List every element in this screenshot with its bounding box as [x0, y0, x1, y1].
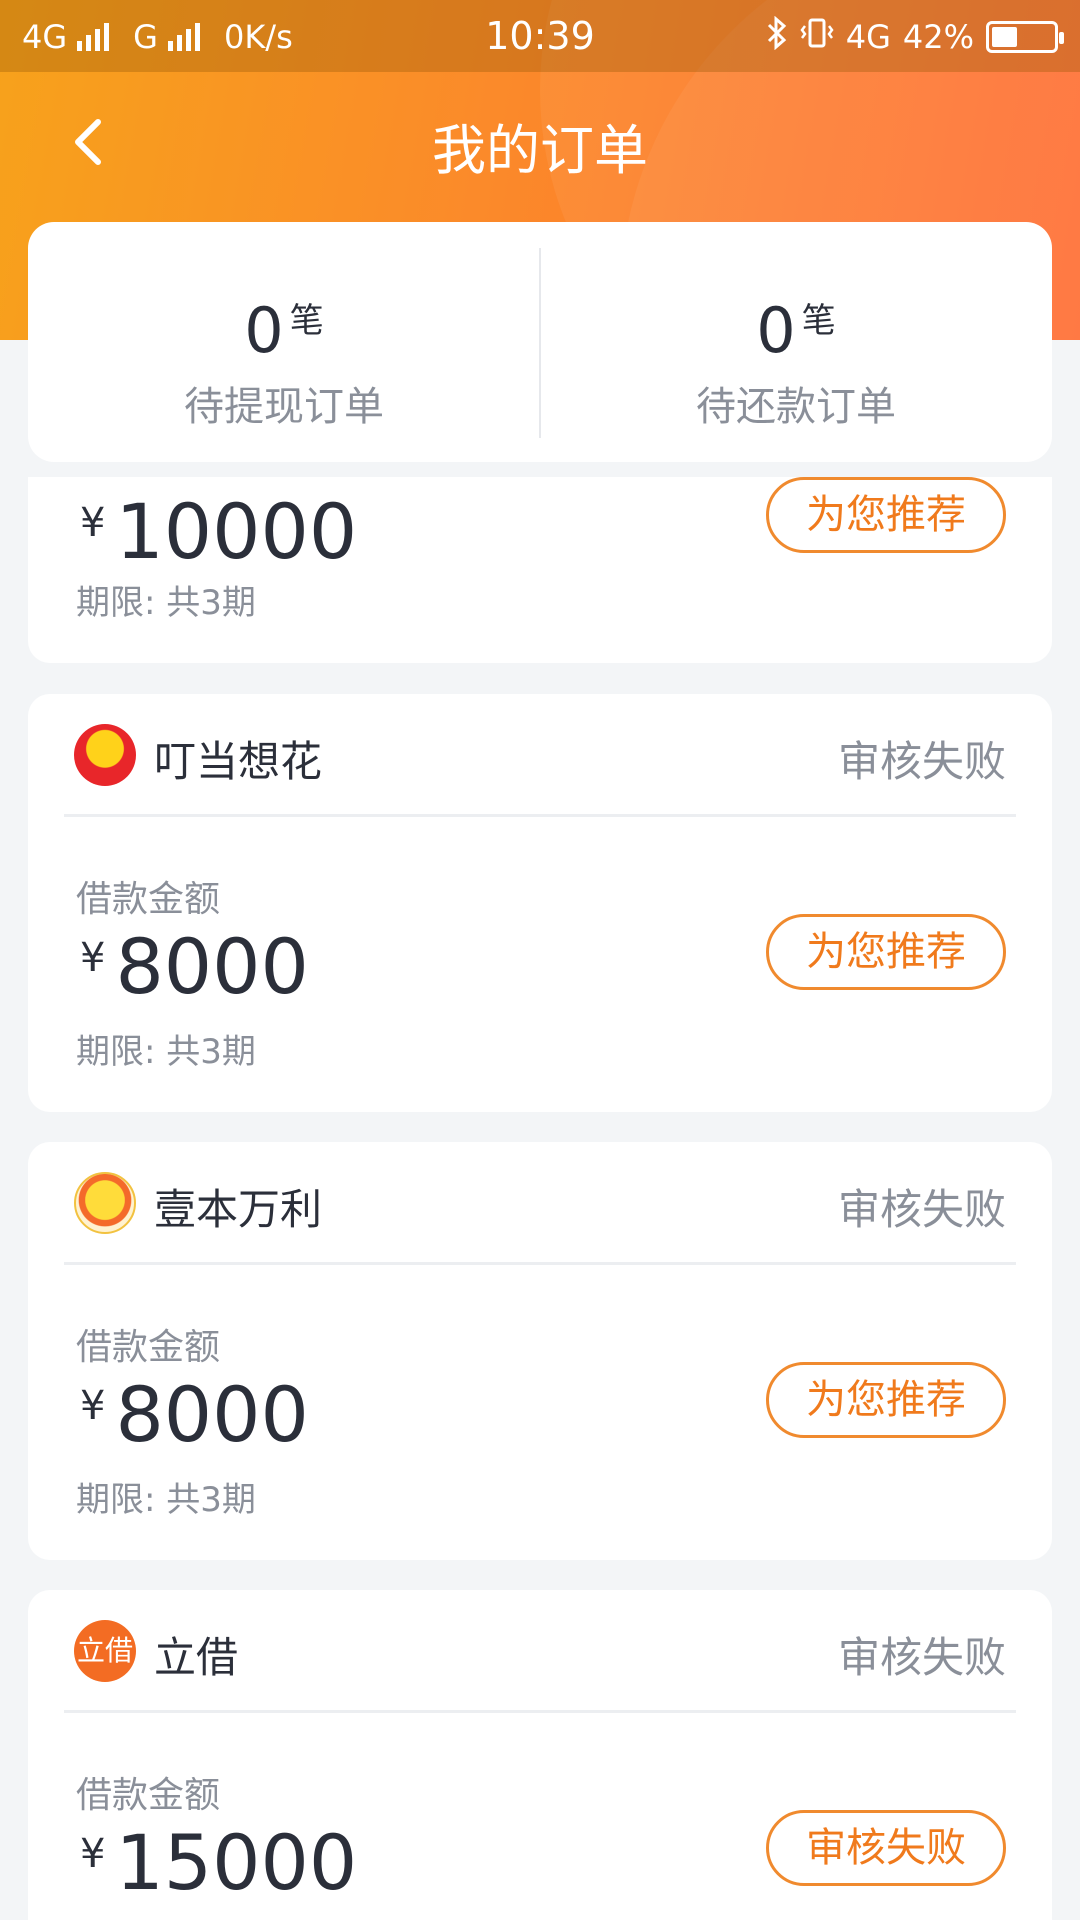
- order-status: 审核失败: [837, 1185, 1006, 1234]
- order-status: 审核失败: [837, 737, 1006, 786]
- divider: [64, 814, 1016, 817]
- order-status: 审核失败: [837, 1633, 1006, 1682]
- loan-amount-value: 15000: [115, 1818, 358, 1907]
- order-card: 立借 立借 审核失败 借款金额 ¥15000 审核失败: [28, 1590, 1052, 1920]
- status-bar: 4G G 0K/s 10:39 4G 42%: [0, 0, 1080, 72]
- pending-withdraw-unit: 笔: [289, 301, 324, 341]
- battery-percent: 42%: [902, 18, 974, 56]
- recommend-button[interactable]: 为您推荐: [766, 1362, 1006, 1438]
- lender-name: 壹本万利: [154, 1185, 323, 1234]
- order-card-header[interactable]: 立借 立借 审核失败: [28, 1590, 1052, 1710]
- pending-withdraw-label: 待提现订单: [184, 384, 384, 430]
- pending-withdraw-count: 0: [244, 294, 284, 367]
- currency-symbol: ¥: [80, 935, 106, 981]
- order-card-header[interactable]: 叮当想花 审核失败: [28, 694, 1052, 814]
- loan-amount-label: 借款金额: [76, 1775, 221, 1816]
- pending-withdraw-summary[interactable]: 0笔 待提现订单: [28, 222, 540, 462]
- loan-amount: ¥10000: [80, 487, 357, 576]
- loan-amount: ¥15000: [80, 1818, 357, 1907]
- vibrate-icon: [800, 17, 834, 57]
- recommend-button[interactable]: 为您推荐: [766, 914, 1006, 990]
- pending-repay-unit: 笔: [801, 301, 836, 341]
- divider: [64, 1710, 1016, 1713]
- currency-symbol: ¥: [80, 1383, 106, 1429]
- loan-amount-label: 借款金额: [76, 879, 221, 920]
- loan-term: 期限: 共3期: [76, 583, 256, 623]
- dingdang-logo-icon: [74, 724, 136, 786]
- loan-amount-value: 8000: [115, 922, 309, 1011]
- lender-name: 立借: [154, 1633, 239, 1682]
- order-card-header[interactable]: 壹本万利 审核失败: [28, 1142, 1052, 1262]
- nav-bar: 我的订单: [0, 72, 1080, 212]
- bluetooth-icon: [766, 15, 788, 58]
- loan-amount: ¥8000: [80, 1370, 309, 1459]
- lender-name: 叮当想花: [154, 737, 323, 786]
- loan-term: 期限: 共3期: [76, 1480, 256, 1520]
- loan-amount-value: 10000: [115, 487, 358, 576]
- loan-amount-label: 借款金额: [76, 1327, 221, 1368]
- lijie-logo-icon: 立借: [74, 1620, 136, 1682]
- order-card: ¥10000 期限: 共3期 为您推荐: [28, 477, 1052, 663]
- loan-amount-value: 8000: [115, 1370, 309, 1459]
- pending-repay-summary[interactable]: 0笔 待还款订单: [540, 222, 1052, 462]
- pending-repay-count: 0: [756, 294, 796, 367]
- battery-icon: [986, 21, 1064, 53]
- page-title: 我的订单: [432, 119, 648, 182]
- status-button[interactable]: 审核失败: [766, 1810, 1006, 1886]
- yiben-logo-icon: [74, 1172, 136, 1234]
- currency-symbol: ¥: [80, 500, 106, 546]
- recommend-button[interactable]: 为您推荐: [766, 477, 1006, 553]
- pending-repay-label: 待还款订单: [696, 384, 896, 430]
- currency-symbol: ¥: [80, 1831, 106, 1877]
- order-card: 壹本万利 审核失败 借款金额 ¥8000 期限: 共3期 为您推荐: [28, 1142, 1052, 1560]
- order-summary-card: 0笔 待提现订单 0笔 待还款订单: [28, 222, 1052, 462]
- loan-term: 期限: 共3期: [76, 1032, 256, 1072]
- loan-amount: ¥8000: [80, 922, 309, 1011]
- network-type-3: 4G: [845, 18, 891, 56]
- divider: [64, 1262, 1016, 1265]
- order-card: 叮当想花 审核失败 借款金额 ¥8000 期限: 共3期 为您推荐: [28, 694, 1052, 1112]
